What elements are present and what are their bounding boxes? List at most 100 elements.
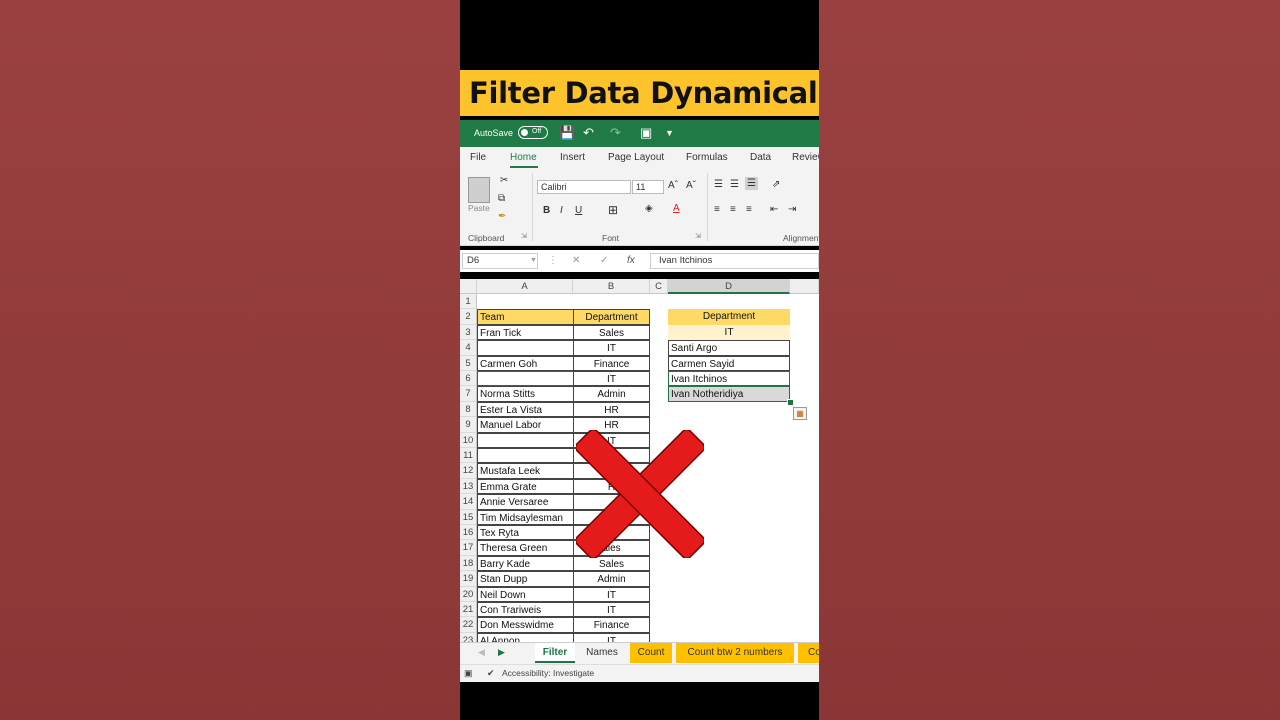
row-header[interactable]: 10 xyxy=(460,432,477,448)
team-cell[interactable]: Annie Versaree xyxy=(477,494,574,510)
team-cell[interactable]: Manuel Labor xyxy=(477,417,574,433)
filter-result-cell[interactable]: Santi Argo xyxy=(668,340,790,356)
scroll-left-icon[interactable]: ◀ xyxy=(478,647,485,658)
row-header[interactable]: 7 xyxy=(460,386,477,402)
column-header-d[interactable]: D xyxy=(668,279,790,294)
font-name-box[interactable]: Calibri xyxy=(537,180,631,194)
sheet-tab-count-btw-2-numbers[interactable]: Count btw 2 numbers xyxy=(676,643,794,663)
department-cell[interactable]: Admin xyxy=(573,571,650,587)
scroll-right-icon[interactable]: ▶ xyxy=(498,647,505,658)
cut-icon[interactable]: ✂ xyxy=(500,175,508,186)
row-header[interactable]: 4 xyxy=(460,340,477,356)
team-cell[interactable]: Theresa Green xyxy=(477,540,574,556)
sheet-tab-count[interactable]: Count xyxy=(630,643,672,663)
row-header[interactable]: 13 xyxy=(460,478,477,495)
department-cell[interactable]: IT xyxy=(573,340,650,356)
filter-result-cell[interactable]: Ivan Itchinos xyxy=(668,371,790,387)
fill-handle[interactable] xyxy=(787,398,794,406)
tab-file[interactable]: File xyxy=(470,152,486,163)
align-middle-icon[interactable]: ☰ xyxy=(730,179,739,190)
team-cell[interactable]: Neil Down xyxy=(477,586,574,602)
row-header[interactable]: 12 xyxy=(460,463,477,479)
accessibility-status[interactable]: Accessibility: Investigate xyxy=(502,668,594,678)
team-cell[interactable]: Barry Kade xyxy=(477,555,574,572)
row-header[interactable]: 8 xyxy=(460,401,477,418)
tab-formulas[interactable]: Formulas xyxy=(686,152,728,163)
team-cell[interactable]: Con Trariweis xyxy=(477,602,574,618)
department-cell[interactable]: IT xyxy=(573,371,650,387)
team-cell[interactable]: Emma Grate xyxy=(477,478,574,495)
filter-result-cell[interactable]: Ivan Notheridiya xyxy=(668,386,790,402)
column-header-b[interactable]: B xyxy=(573,279,650,294)
format-painter-icon[interactable]: ✒ xyxy=(498,211,506,222)
align-top-icon[interactable]: ☰ xyxy=(714,179,723,190)
worksheet[interactable]: A B C D 1 2 3 4 5 6 7 8 9 10 11 12 13 14 15 16 17 18 19 20 2… xyxy=(460,279,819,642)
row-header[interactable]: 18 xyxy=(460,555,477,572)
clipboard-launcher-icon[interactable]: ⇲ xyxy=(521,232,527,240)
row-header[interactable]: 2 xyxy=(460,309,477,325)
decrease-indent-icon[interactable]: ⇤ xyxy=(770,204,778,215)
underline-icon[interactable]: U xyxy=(575,205,582,216)
row-header[interactable]: 3 xyxy=(460,324,477,341)
sheet-tab-filter[interactable]: Filter xyxy=(535,643,575,663)
autosave-toggle[interactable]: Off xyxy=(518,126,548,139)
filter-criteria-cell[interactable]: IT xyxy=(668,324,790,341)
grow-font-icon[interactable]: Aˆ xyxy=(668,180,678,191)
row-header[interactable]: 17 xyxy=(460,540,477,556)
team-cell[interactable] xyxy=(477,371,574,387)
align-left-icon[interactable]: ≡ xyxy=(714,204,720,215)
fill-color-icon[interactable]: ◈ xyxy=(645,203,653,214)
department-cell[interactable]: IT xyxy=(573,632,650,642)
row-header[interactable]: 22 xyxy=(460,617,477,633)
team-cell[interactable]: Tex Ryta xyxy=(477,525,574,541)
row-header[interactable]: 23 xyxy=(460,632,477,642)
team-cell[interactable]: Al Annon xyxy=(477,632,574,642)
save-icon[interactable]: 💾 xyxy=(559,125,575,141)
filter-department-header[interactable]: Department xyxy=(668,309,790,325)
department-header-cell[interactable]: Department xyxy=(573,309,650,325)
font-size-box[interactable]: 11 xyxy=(632,180,664,194)
row-header[interactable]: 21 xyxy=(460,602,477,618)
row-header[interactable]: 11 xyxy=(460,448,477,464)
borders-icon[interactable]: ⊞ xyxy=(608,203,618,217)
row-header[interactable]: 19 xyxy=(460,571,477,587)
name-box[interactable]: D6 xyxy=(462,253,538,269)
row-header[interactable]: 20 xyxy=(460,586,477,602)
redo-icon[interactable]: ↷ xyxy=(610,125,621,141)
department-cell[interactable]: Admin xyxy=(573,386,650,402)
font-color-icon[interactable]: A xyxy=(673,203,680,214)
team-cell[interactable]: Don Messwidme xyxy=(477,617,574,633)
row-header[interactable]: 6 xyxy=(460,371,477,387)
team-cell[interactable]: Stan Dupp xyxy=(477,571,574,587)
bold-icon[interactable]: B xyxy=(543,205,550,216)
row-header[interactable]: 9 xyxy=(460,417,477,433)
name-box-dropdown-icon[interactable]: ▼ xyxy=(530,257,537,264)
tab-review[interactable]: Review xyxy=(792,152,819,163)
team-header-cell[interactable]: Team xyxy=(477,309,574,325)
department-cell[interactable]: Sales xyxy=(573,555,650,572)
align-right-icon[interactable]: ≡ xyxy=(746,204,752,215)
row-header[interactable]: 16 xyxy=(460,525,477,541)
department-cell[interactable]: Finance xyxy=(573,617,650,633)
quick-analysis-icon[interactable]: ▦ xyxy=(793,407,807,420)
department-cell[interactable]: HR xyxy=(573,401,650,418)
tab-page-layout[interactable]: Page Layout xyxy=(608,152,664,163)
cancel-icon[interactable]: ✕ xyxy=(572,255,580,266)
team-cell[interactable] xyxy=(477,340,574,356)
undo-icon[interactable]: ↶ xyxy=(583,125,594,141)
department-cell[interactable]: IT xyxy=(573,602,650,618)
column-header-a[interactable]: A xyxy=(477,279,573,294)
increase-indent-icon[interactable]: ⇥ xyxy=(788,204,796,215)
formula-input[interactable]: Ivan Itchinos xyxy=(650,253,819,269)
paste-icon[interactable] xyxy=(468,177,490,203)
macro-icon[interactable]: ▣ xyxy=(464,668,473,679)
customize-icon[interactable]: ▼ xyxy=(665,128,674,138)
team-cell[interactable] xyxy=(477,432,574,448)
row-header[interactable]: 5 xyxy=(460,355,477,371)
tab-insert[interactable]: Insert xyxy=(560,152,585,163)
team-cell[interactable]: Carmen Goh xyxy=(477,355,574,371)
team-cell[interactable]: Ester La Vista xyxy=(477,401,574,418)
select-all-corner[interactable] xyxy=(460,279,477,294)
column-header-c[interactable]: C xyxy=(650,279,668,294)
row-header[interactable]: 15 xyxy=(460,509,477,525)
